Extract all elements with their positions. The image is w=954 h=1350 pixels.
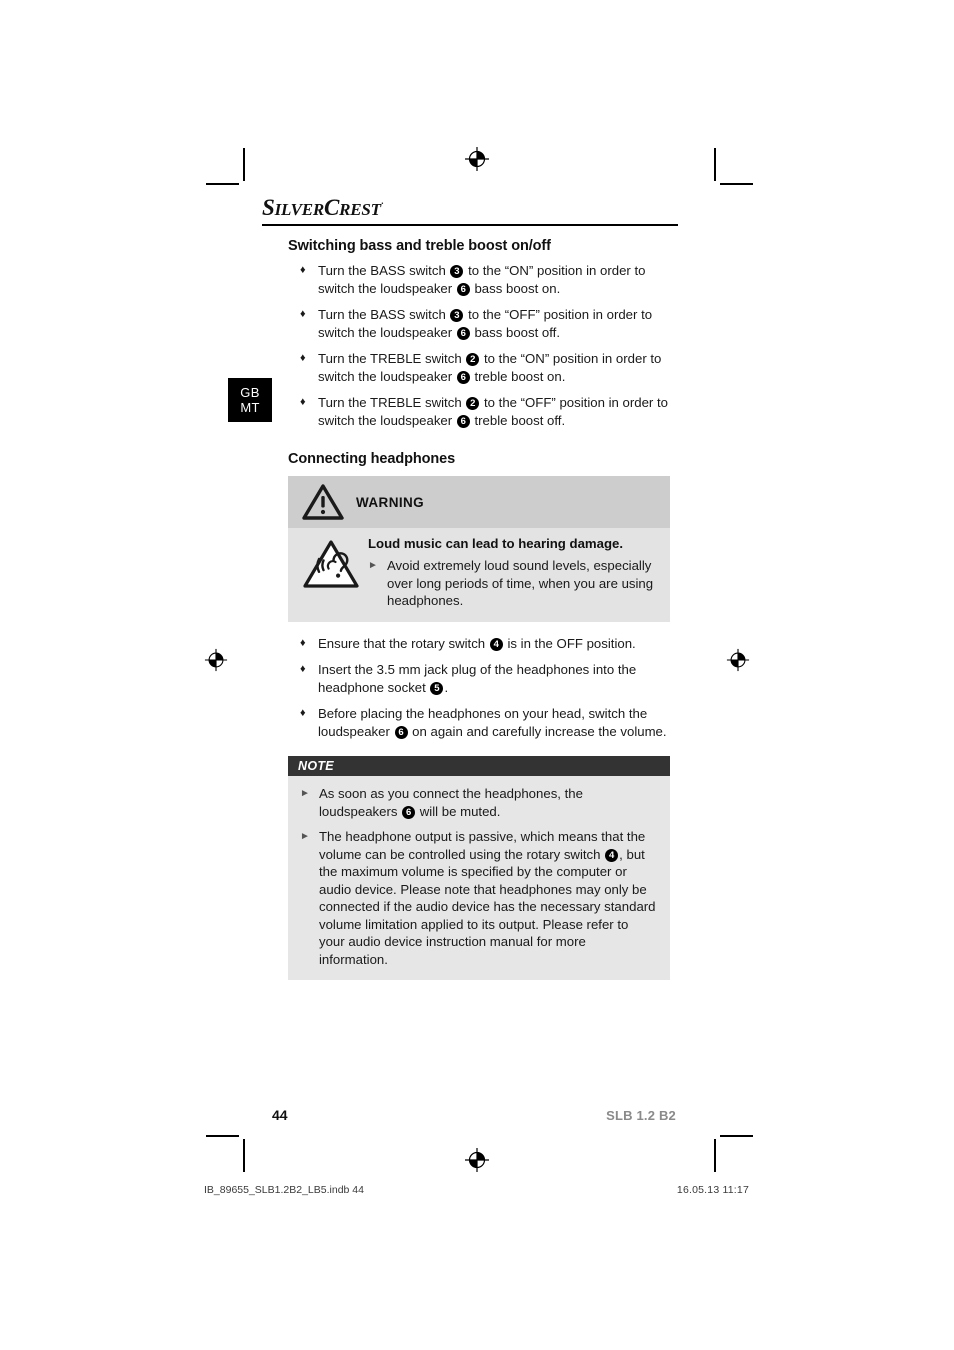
registration-mark-bottom [465,1148,489,1172]
bullet-list-connecting-headphones: ♦ Ensure that the rotary switch 4 is in t… [288,635,670,741]
list-item-text: The headphone output is passive, which m… [319,829,656,967]
reference-badge-6: 6 [456,370,470,384]
diamond-bullet-icon: ♦ [300,663,306,675]
reference-badge-4: 4 [605,848,619,862]
warning-text-cell: Loud music can lead to hearing damage. ►… [368,536,656,610]
registration-mark-left [204,648,228,672]
bullet-list-bass-treble: ♦ Turn the BASS switch 3 to the “ON” posi… [288,262,670,429]
language-tab-line1: GB [240,385,260,400]
hearing-damage-icon [303,540,359,588]
list-item: ♦ Insert the 3.5 mm jack plug of the head… [288,661,670,696]
crop-mark-top-right-horizontal [720,183,753,185]
crop-mark-bottom-left-vertical [243,1139,245,1172]
warning-box: WARNING Loud music can lead to hearing d… [288,476,670,622]
brand-name-c: C [323,195,340,220]
crop-mark-bottom-right-vertical [714,1139,716,1172]
arrow-bullet-icon: ► [300,830,310,842]
reference-badge-3: 3 [450,309,464,322]
crop-mark-bottom-right-horizontal [720,1135,753,1137]
brand-name-rest: REST [339,200,381,219]
model-number: SLB 1.2 B2 [606,1108,676,1123]
reference-badge-5: 5 [430,681,444,695]
list-item: ► Avoid extremely loud sound levels, espe… [368,557,656,610]
registration-mark-top [465,147,489,171]
note-box-header: NOTE [288,756,670,776]
list-item: ♦ Before placing the headphones on your h… [288,705,670,740]
warning-box-body: Loud music can lead to hearing damage. ►… [288,528,670,622]
list-item-text: Insert the 3.5 mm jack plug of the headp… [318,662,637,695]
list-item: ♦ Turn the TREBLE switch 2 to the “ON” po… [288,350,670,385]
diamond-bullet-icon: ♦ [300,707,306,719]
list-item-text: Turn the BASS switch 3 to the “OFF” posi… [318,307,653,340]
brand-name-ilver: ILVER [274,200,325,219]
list-item-text: Turn the TREBLE switch 2 to the “ON” pos… [318,351,662,384]
reference-badge-4: 4 [489,637,503,651]
diamond-bullet-icon: ♦ [300,636,306,649]
language-tab-line2: MT [240,400,260,415]
page-title-bass-treble: Switching bass and treble boost on/off [288,238,551,254]
note-box: NOTE ► As soon as you connect the headpho… [288,756,670,980]
note-label: NOTE [298,759,334,773]
reference-badge-2: 2 [466,397,480,410]
diamond-bullet-icon: ♦ [300,308,306,320]
warning-heading: Loud music can lead to hearing damage. [368,536,624,551]
brand-logo: SILVERCREST· [262,196,678,219]
list-item: ♦ Turn the TREBLE switch 2 to the “OFF” p… [288,394,670,429]
reference-badge-6: 6 [456,414,470,428]
list-item-text: Ensure that the rotary switch 4 is in th… [318,635,636,651]
page-number: 44 [272,1107,288,1123]
diamond-bullet-icon: ♦ [300,396,306,408]
arrow-bullet-icon: ► [368,559,378,571]
reference-badge-6: 6 [394,725,408,739]
page-title-connecting-headphones: Connecting headphones [288,451,456,467]
note-box-body: ► As soon as you connect the headphones, … [288,776,670,980]
warning-icon-cell [302,536,368,610]
brand-superscript: · [380,198,384,209]
warning-triangle-icon [302,484,344,520]
content-column: Switching bass and treble boost on/off ♦… [288,232,670,980]
header-rule [262,224,678,226]
registration-mark-right [726,648,750,672]
warning-box-header: WARNING [288,476,670,528]
list-item-text: Turn the BASS switch 3 to the “ON” posit… [318,263,646,296]
list-item-text: Turn the TREBLE switch 2 to the “OFF” po… [318,395,668,428]
list-item-text: As soon as you connect the headphones, t… [319,786,583,819]
warning-item-list: ► Avoid extremely loud sound levels, espe… [368,557,656,610]
crop-mark-top-left-horizontal [206,183,239,185]
list-item: ♦ Ensure that the rotary switch 4 is in t… [288,635,670,653]
arrow-bullet-icon: ► [300,787,310,799]
list-item: ♦ Turn the BASS switch 3 to the “ON” posi… [288,262,670,297]
brand-name-s: S [262,195,275,220]
crop-mark-bottom-left-horizontal [206,1135,239,1137]
reference-badge-6: 6 [456,326,470,340]
print-file-name: IB_89655_SLB1.2B2_LB5.indb 44 [204,1184,364,1196]
list-item-text: Avoid extremely loud sound levels, espec… [387,558,654,608]
crop-mark-top-right-vertical [714,148,716,181]
list-item: ♦ Turn the BASS switch 3 to the “OFF” pos… [288,306,670,341]
print-datetime: 16.05.13 11:17 [676,1184,749,1196]
diamond-bullet-icon: ♦ [300,264,306,276]
reference-badge-2: 2 [466,353,480,366]
diamond-bullet-icon: ♦ [300,352,306,364]
language-tab: GB MT [228,378,272,422]
reference-badge-6: 6 [402,805,416,819]
warning-label: WARNING [356,494,425,510]
reference-badge-6: 6 [456,282,470,296]
list-item: ► As soon as you connect the headphones, … [300,785,657,820]
crop-mark-top-left-vertical [243,148,245,181]
document-page: SILVERCREST· GB MT Switching bass and tr… [0,0,954,1350]
list-item-text: Before placing the headphones on your he… [318,706,667,739]
reference-badge-3: 3 [450,265,464,278]
list-item: ► The headphone output is passive, which … [300,828,657,968]
